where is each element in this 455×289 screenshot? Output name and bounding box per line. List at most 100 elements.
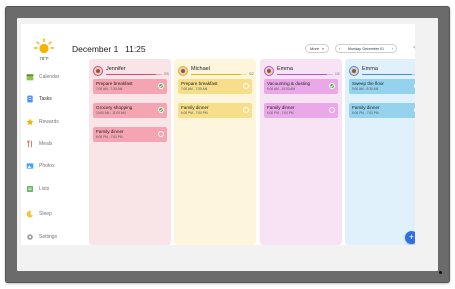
empty-checkbox-icon[interactable] — [414, 107, 415, 113]
task-title: Family dinner — [96, 129, 124, 134]
sidebar-item-calendar[interactable]: Calendar — [21, 69, 67, 85]
empty-checkbox-icon[interactable] — [158, 131, 164, 137]
chevron-down-icon: ▾ — [322, 46, 324, 51]
chevron-right-icon[interactable]: › — [392, 46, 394, 51]
member-column: Emma1/2 Sweep the floor9:00 AM - 9:30 AM F… — [345, 59, 415, 245]
member-column: Michael 0/2 Prepare breakfast 7:00 AM - 7:3… — [174, 59, 256, 245]
task-card[interactable]: Family dinner 6:00 PM - 7:00 PM — [93, 127, 167, 142]
member-column: Jennifer 2/3 Prepare breakfast 7:00 AM - 7:… — [89, 59, 171, 245]
wifi-icon — [413, 46, 415, 50]
member-header[interactable]: Emma1/2 — [349, 66, 415, 76]
tasks-icon — [24, 94, 35, 105]
header-date: December 1 — [72, 44, 119, 54]
avatar — [178, 66, 188, 76]
task-card[interactable]: Vacuuming & dusting 9:00 AM - 10:00 AM — [264, 79, 338, 94]
sidebar-item-label: Tasks — [39, 96, 52, 102]
day-navigator: ‹ Monday, December 01 › — [335, 44, 397, 53]
checkmark-icon[interactable] — [329, 83, 335, 89]
star-icon — [24, 117, 35, 128]
progress-fill — [106, 73, 157, 76]
task-title: Family dinner — [352, 105, 380, 110]
task-title: Vacuuming & dusting — [267, 81, 311, 86]
list-icon — [24, 184, 35, 195]
empty-checkbox-icon[interactable] — [243, 83, 249, 89]
more-button[interactable]: More ▾ — [305, 44, 329, 53]
task-time: 6:00 PM - 7:00 PM — [267, 111, 294, 115]
sidebar-item-label: Rewards — [39, 119, 59, 125]
member-header[interactable]: Emma 1/2 — [264, 66, 340, 76]
task-card[interactable]: Prepare breakfast 7:00 AM - 7:30 AM — [93, 79, 167, 94]
sidebar-item-lists[interactable]: Lists — [21, 181, 67, 197]
progress-fill — [277, 73, 328, 76]
member-name: Jennifer — [106, 66, 126, 72]
task-card[interactable]: Prepare breakfast 7:00 AM - 7:30 AM — [178, 79, 252, 94]
header-time: 11:25 — [125, 44, 146, 54]
member-name: Emma — [277, 66, 293, 72]
task-time: 9:00 AM - 10:00 AM — [267, 87, 295, 91]
sun-icon — [33, 38, 55, 54]
avatar — [93, 66, 103, 76]
task-card[interactable]: Family dinner 6:00 PM - 7:00 PM — [349, 103, 415, 118]
sidebar-item-sleep[interactable]: Sleep — [21, 206, 67, 222]
progress-fill — [191, 73, 242, 76]
task-title: Family dinner — [267, 105, 295, 110]
calendar-icon — [24, 72, 35, 83]
task-title: Prepare breakfast — [181, 81, 218, 86]
sidebar-item-label: Sleep — [39, 211, 52, 217]
progress-count: 1/2 — [335, 71, 340, 76]
sidebar-item-label: Settings — [39, 234, 58, 240]
task-time: 6:00 PM - 7:00 PM — [96, 135, 123, 139]
sidebar-item-photos[interactable]: Photos — [21, 158, 67, 174]
task-title: Prepare breakfast — [96, 81, 133, 86]
progress-bar — [191, 73, 247, 76]
sidebar-item-meals[interactable]: Meals — [21, 136, 67, 152]
member-header[interactable]: Michael 0/2 — [178, 66, 254, 76]
task-title: Grocery shopping — [96, 105, 133, 110]
more-label: More — [310, 46, 320, 51]
progress-count: 2/3 — [164, 71, 169, 76]
task-time: 7:00 AM - 7:30 AM — [181, 87, 208, 91]
progress-bar — [106, 73, 162, 76]
progress-bar — [277, 73, 333, 76]
checkmark-icon[interactable] — [158, 83, 164, 89]
sidebar: 78°F Calendar Tasks Rewards Meals Photos List… — [21, 24, 67, 245]
task-time: 7:00 AM - 7:30 AM — [96, 87, 123, 91]
weather-widget[interactable]: 78°F — [33, 38, 55, 61]
task-card[interactable]: Sweep the floor 9:00 AM - 9:30 AM — [349, 79, 415, 94]
add-task-button[interactable]: + — [405, 231, 415, 244]
progress-fill — [362, 73, 413, 76]
empty-checkbox-icon[interactable] — [243, 107, 249, 113]
sidebar-item-settings[interactable]: Settings — [21, 229, 67, 245]
member-name: Michael — [191, 66, 210, 72]
temperature: 78°F — [39, 56, 49, 61]
avatar — [264, 66, 274, 76]
day-label[interactable]: Monday, December 01 — [348, 47, 384, 51]
photos-icon — [24, 161, 35, 172]
progress-count: 0/2 — [249, 71, 254, 76]
task-title: Sweep the floor — [352, 81, 384, 86]
sidebar-item-tasks[interactable]: Tasks — [21, 91, 67, 107]
member-name: Emma — [362, 66, 378, 72]
member-header[interactable]: Jennifer 2/3 — [93, 66, 169, 76]
sidebar-item-label: Photos — [39, 163, 55, 169]
sidebar-item-label: Calendar — [39, 74, 60, 80]
progress-bar — [362, 73, 415, 76]
empty-checkbox-icon[interactable] — [329, 107, 335, 113]
task-time: 10:00 AM - 11:00 AM — [96, 111, 126, 115]
utensils-icon — [24, 139, 35, 150]
checkmark-icon[interactable] — [414, 83, 415, 89]
status-light — [439, 271, 442, 274]
member-column: Emma 1/2 Vacuuming & dusting 9:00 AM - 10:0… — [260, 59, 342, 245]
moon-icon — [24, 209, 35, 220]
task-card[interactable]: Family dinner 6:00 PM - 7:00 PM — [178, 103, 252, 118]
sidebar-item-rewards[interactable]: Rewards — [21, 114, 67, 130]
sidebar-item-label: Meals — [39, 141, 53, 147]
chevron-left-icon[interactable]: ‹ — [339, 46, 341, 51]
task-time: 6:00 PM - 7:00 PM — [352, 111, 379, 115]
display-screen: 78°F Calendar Tasks Rewards Meals Photos List… — [21, 24, 415, 245]
sidebar-item-label: Lists — [39, 186, 50, 192]
task-time: 9:00 AM - 9:30 AM — [352, 87, 379, 91]
checkmark-icon[interactable] — [158, 107, 164, 113]
task-card[interactable]: Family dinner 6:00 PM - 7:00 PM — [264, 103, 338, 118]
task-card[interactable]: Grocery shopping 10:00 AM - 11:00 AM — [93, 103, 167, 118]
